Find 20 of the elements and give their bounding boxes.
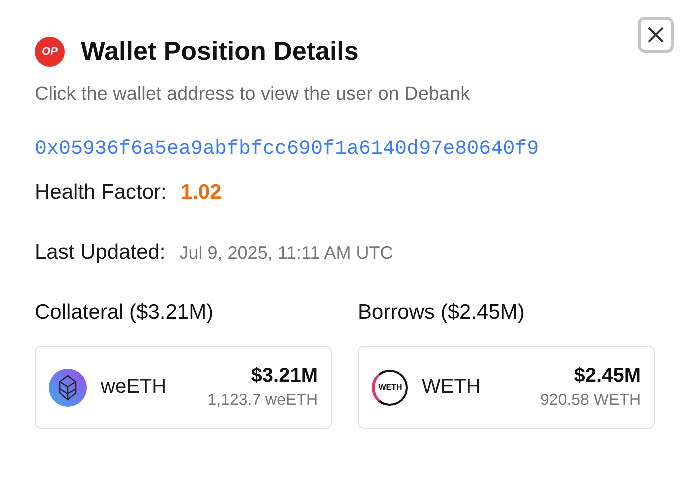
network-badge: OP — [35, 36, 65, 66]
token-amount: 1,123.7 weETH — [208, 392, 318, 410]
wallet-address-link[interactable]: 0x05936f6a5ea9abfbfcc690f1a6140d97e80640f9 — [35, 138, 540, 161]
token-icon — [49, 368, 87, 406]
usd-value: $2.45M — [574, 365, 641, 388]
token-amount: 920.58 WETH — [540, 392, 641, 410]
section-title: Borrows ($2.45M) — [358, 301, 526, 325]
dialog-title: Wallet Position Details — [81, 36, 359, 67]
close-icon — [647, 26, 665, 44]
updated-value: Jul 9, 2025, 11:11 AM UTC — [180, 243, 394, 264]
token-logo: WETH — [372, 370, 408, 406]
updated-label: Last Updated: — [35, 241, 166, 265]
close-button[interactable] — [638, 17, 674, 53]
section-title: Collateral ($3.21M) — [35, 301, 215, 325]
token-symbol: weETH — [101, 376, 168, 399]
hint-text: Click the wallet address to view the user on Debank — [35, 84, 472, 106]
health-value: 1.02 — [180, 181, 222, 205]
health-label: Health Factor: — [35, 181, 167, 205]
usd-value: $3.21M — [251, 365, 318, 388]
token-symbol: WETH — [422, 376, 482, 399]
